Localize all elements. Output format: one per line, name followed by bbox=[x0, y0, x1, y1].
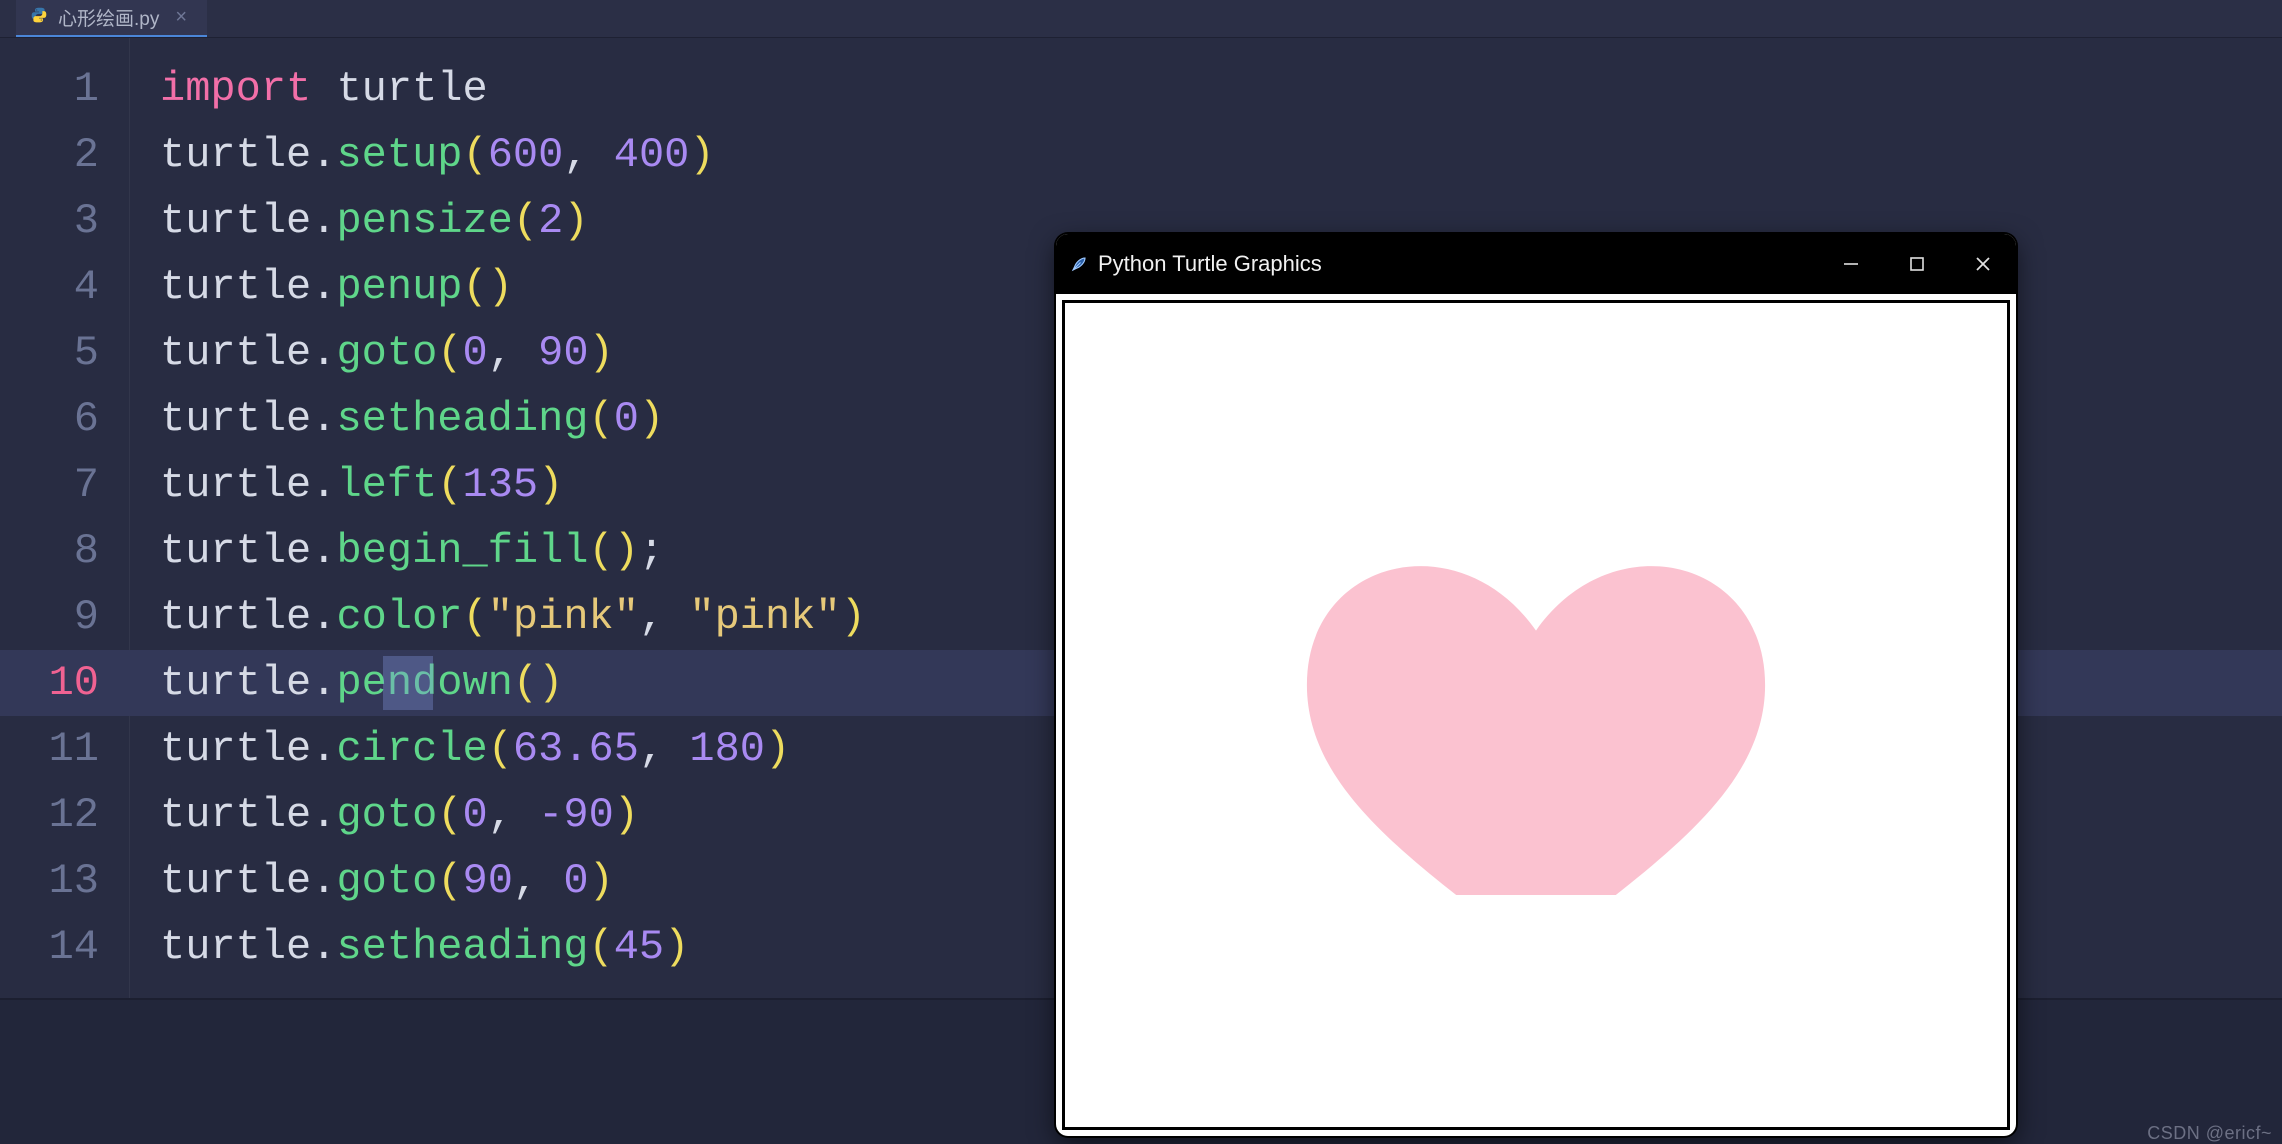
code-line[interactable]: turtle.goto(0, -90) bbox=[160, 782, 866, 848]
line-number: 10 bbox=[0, 650, 99, 716]
code-line[interactable]: turtle.penup() bbox=[160, 254, 866, 320]
line-number: 2 bbox=[0, 122, 99, 188]
code-line[interactable]: turtle.setheading(0) bbox=[160, 386, 866, 452]
maximize-button[interactable] bbox=[1884, 234, 1950, 294]
line-number: 1 bbox=[0, 56, 99, 122]
window-titlebar[interactable]: Python Turtle Graphics bbox=[1056, 234, 2016, 294]
code-line[interactable]: turtle.goto(0, 90) bbox=[160, 320, 866, 386]
code-line[interactable]: turtle.begin_fill(); bbox=[160, 518, 866, 584]
line-number: 11 bbox=[0, 716, 99, 782]
line-number-gutter: 1234567891011121314 bbox=[0, 38, 130, 998]
line-number: 8 bbox=[0, 518, 99, 584]
code-line[interactable]: turtle.setheading(45) bbox=[160, 914, 866, 980]
close-tab-button[interactable]: × bbox=[175, 6, 187, 29]
code-line[interactable]: turtle.left(135) bbox=[160, 452, 866, 518]
code-line[interactable]: turtle.color("pink", "pink") bbox=[160, 584, 866, 650]
line-number: 13 bbox=[0, 848, 99, 914]
file-tab-name: 心形绘画.py bbox=[58, 4, 159, 31]
code-area[interactable]: import turtleturtle.setup(600, 400)turtl… bbox=[130, 38, 866, 998]
line-number: 9 bbox=[0, 584, 99, 650]
line-number: 5 bbox=[0, 320, 99, 386]
line-number: 4 bbox=[0, 254, 99, 320]
line-number: 14 bbox=[0, 914, 99, 980]
code-line[interactable]: import turtle bbox=[160, 56, 866, 122]
code-line[interactable]: turtle.goto(90, 0) bbox=[160, 848, 866, 914]
close-button[interactable] bbox=[1950, 234, 2016, 294]
tab-bar: 心形绘画.py × bbox=[0, 0, 2282, 38]
code-line[interactable]: turtle.pendown() bbox=[160, 650, 866, 716]
file-tab[interactable]: 心形绘画.py × bbox=[16, 0, 207, 37]
watermark: CSDN @ericf~ bbox=[2147, 1123, 2272, 1144]
line-number: 7 bbox=[0, 452, 99, 518]
terminal-output-line: 配置\python.exe C:\Users\86177\Desk bbox=[0, 1138, 2282, 1144]
line-number: 12 bbox=[0, 782, 99, 848]
line-number: 3 bbox=[0, 188, 99, 254]
turtle-graphics-window[interactable]: Python Turtle Graphics bbox=[1056, 234, 2016, 1136]
minimize-button[interactable] bbox=[1818, 234, 1884, 294]
python-file-icon bbox=[30, 6, 48, 30]
turtle-canvas bbox=[1062, 300, 2010, 1130]
line-number: 6 bbox=[0, 386, 99, 452]
window-title: Python Turtle Graphics bbox=[1098, 251, 1322, 277]
code-line[interactable]: turtle.setup(600, 400) bbox=[160, 122, 866, 188]
feather-icon bbox=[1070, 255, 1088, 273]
pink-heart-shape bbox=[1306, 475, 1766, 895]
code-line[interactable]: turtle.circle(63.65, 180) bbox=[160, 716, 866, 782]
code-line[interactable]: turtle.pensize(2) bbox=[160, 188, 866, 254]
